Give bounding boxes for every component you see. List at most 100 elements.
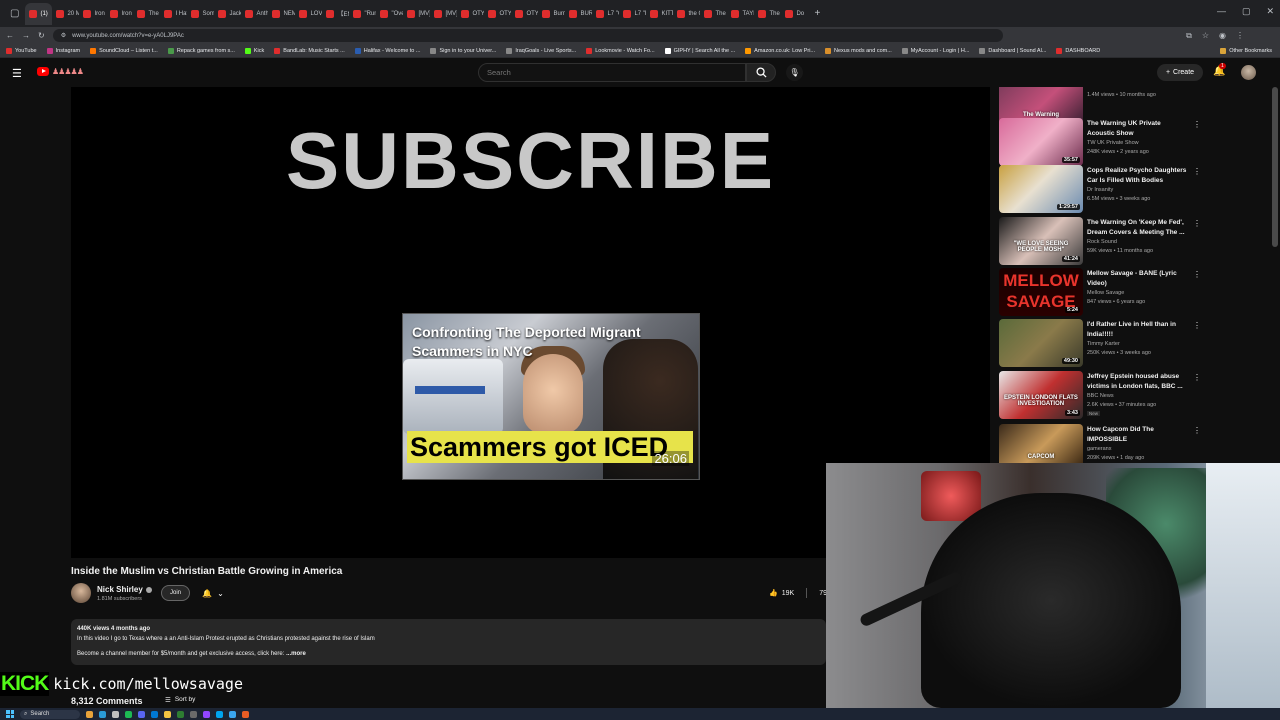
bookmark-item[interactable]: SoundCloud – Listen t...	[90, 47, 158, 54]
browser-tab[interactable]: Some	[187, 3, 214, 25]
bookmark-item[interactable]: Halifax - Welcome to ...	[354, 47, 420, 54]
other-bookmarks[interactable]: Other Bookmarks	[1220, 47, 1280, 54]
more-actions-icon[interactable]: ⋮	[1193, 373, 1201, 382]
recommended-title[interactable]: How Capcom Did The IMPOSSIBLE	[1087, 425, 1187, 445]
recommended-title[interactable]: The Warning UK Private Acoustic Show	[1087, 119, 1187, 139]
browser-tab[interactable]: Iron I	[79, 3, 106, 25]
recommended-video[interactable]: 35:57 The Warning UK Private Acoustic Sho…	[999, 118, 1270, 166]
browser-tab[interactable]: Jack I	[214, 3, 241, 25]
browser-tab[interactable]: [MV]	[403, 3, 430, 25]
account-avatar[interactable]	[1241, 65, 1256, 80]
browser-tab[interactable]: OTYK	[484, 3, 511, 25]
windows-start-icon[interactable]	[6, 710, 14, 718]
browser-tab[interactable]: [MV]	[430, 3, 457, 25]
browser-tab[interactable]: LOVE	[295, 3, 322, 25]
close-window-icon[interactable]: ✕	[1266, 6, 1274, 17]
taskbar-app-icon[interactable]	[203, 710, 210, 718]
video-thumbnail[interactable]: 1:29:57	[999, 165, 1083, 213]
bookmark-item[interactable]: BandLab: Music Starts ...	[274, 47, 345, 54]
recommended-channel[interactable]: Timmy Karter	[1087, 341, 1120, 347]
bookmark-item[interactable]: DASHBOARD	[1056, 47, 1100, 54]
browser-tab[interactable]: "Over	[376, 3, 403, 25]
profile-icon[interactable]: ◉	[1219, 31, 1226, 41]
browser-tab[interactable]: BURN	[565, 3, 592, 25]
browser-tab[interactable]: I Hate	[160, 3, 187, 25]
browser-tab[interactable]: The V	[754, 3, 781, 25]
page-scrollbar[interactable]	[1272, 87, 1278, 247]
bookmark-item[interactable]: Sign in to your Univer...	[430, 47, 496, 54]
more-actions-icon[interactable]: ⋮	[1193, 120, 1201, 129]
more-actions-icon[interactable]: ⋮	[1193, 219, 1201, 228]
bookmark-item[interactable]: Repack games from s...	[167, 47, 235, 54]
video-thumbnail[interactable]: 35:57	[999, 118, 1083, 166]
search-button[interactable]	[746, 63, 776, 82]
taskbar-app-icon[interactable]	[229, 710, 236, 718]
bookmark-item[interactable]: MyAccount - Login | H...	[901, 47, 969, 54]
more-actions-icon[interactable]: ⋮	[1193, 270, 1201, 279]
taskbar-app-icon[interactable]	[216, 710, 223, 718]
bookmark-item[interactable]: Instagram	[46, 47, 80, 54]
create-button[interactable]: + Create	[1157, 64, 1203, 81]
browser-tab[interactable]: L7 "F	[619, 3, 646, 25]
browser-tab[interactable]: The V	[700, 3, 727, 25]
browser-tab[interactable]: the Gi	[673, 3, 700, 25]
taskbar-app-icon[interactable]	[164, 710, 171, 718]
bookmark-item[interactable]: YouTube	[6, 47, 37, 54]
site-info-icon[interactable]: ⚙	[61, 32, 66, 39]
recommended-title[interactable]: Mellow Savage - BANE (Lyric Video)	[1087, 269, 1187, 289]
recommended-video[interactable]: "WE LOVE SEEING PEOPLE MOSH" 41:24 The War…	[999, 217, 1270, 265]
hamburger-menu-icon[interactable]: ☰	[12, 67, 22, 80]
endscreen-video-card[interactable]: Confronting The Deported Migrant Scammer…	[402, 313, 700, 480]
browser-tab[interactable]: NEMO	[268, 3, 295, 25]
extensions-icon[interactable]: ⧉	[1186, 31, 1192, 41]
omnibox[interactable]: ⚙ www.youtube.com/watch?v=e-yA0LJ9PAc	[52, 29, 1003, 42]
taskbar-app-icon[interactable]	[99, 710, 106, 718]
recommended-channel[interactable]: Dr Insanity	[1087, 187, 1113, 193]
recommended-video[interactable]: MELLOW SAVAGE 5:24 Mellow Savage - BANE (L…	[999, 268, 1270, 316]
browser-tab[interactable]: Burni	[538, 3, 565, 25]
taskbar-app-icon[interactable]	[190, 710, 197, 718]
description-box[interactable]: 440K views 4 months ago In this video I …	[71, 619, 826, 665]
browser-tab[interactable]: 20 M	[52, 3, 79, 25]
channel-avatar[interactable]	[71, 583, 91, 603]
video-thumbnail[interactable]: MELLOW SAVAGE 5:24	[999, 268, 1083, 316]
browser-tab[interactable]: OTYK	[457, 3, 484, 25]
recommended-channel[interactable]: Rock Sound	[1087, 239, 1117, 245]
recommended-video[interactable]: 1:29:57 Cops Realize Psycho Daughters Car…	[999, 165, 1270, 213]
recommended-channel[interactable]: Mellow Savage	[1087, 290, 1124, 296]
back-icon[interactable]: ←	[6, 31, 14, 40]
taskbar-search[interactable]: ⌕ Search	[20, 709, 80, 719]
browser-tab[interactable]: KITTII	[646, 3, 673, 25]
browser-tab[interactable]: (1)×	[25, 2, 53, 25]
browser-tab[interactable]: Iron I	[106, 3, 133, 25]
browser-tab[interactable]: "Run	[349, 3, 376, 25]
tab-list-icon[interactable]: ▢	[4, 8, 25, 19]
bookmark-item[interactable]: Nexus mods and com...	[825, 47, 892, 54]
sort-by-button[interactable]: ☰ Sort by	[165, 696, 195, 704]
recommended-title[interactable]: Cops Realize Psycho Daughters Car Is Fil…	[1087, 166, 1187, 186]
youtube-logo[interactable]: ♟♟♟♟♟	[37, 67, 84, 76]
browser-tab[interactable]: TAYLO	[727, 3, 754, 25]
recommended-channel[interactable]: gameranx	[1087, 446, 1111, 452]
new-tab-icon[interactable]: +	[808, 8, 826, 19]
video-thumbnail[interactable]: "WE LOVE SEEING PEOPLE MOSH" 41:24	[999, 217, 1083, 265]
recommended-title[interactable]: The Warning On 'Keep Me Fed', Dream Cove…	[1087, 218, 1187, 238]
bookmark-item[interactable]: Kick	[244, 47, 264, 54]
taskbar-app-icon[interactable]	[86, 710, 93, 718]
bookmark-star-icon[interactable]: ☆	[1202, 31, 1209, 41]
recommended-video[interactable]: CAPCOM How Capcom Did The IMPOSSIBLE gamer…	[999, 424, 1270, 464]
taskbar-app-icon[interactable]	[242, 710, 249, 718]
recommended-title[interactable]: Jeffrey Epstein housed abuse victims in …	[1087, 372, 1187, 392]
taskbar-app-icon[interactable]	[177, 710, 184, 718]
bookmark-item[interactable]: Amazon.co.uk: Low Pri...	[745, 47, 815, 54]
more-actions-icon[interactable]: ⋮	[1193, 167, 1201, 176]
subscription-bell-button[interactable]: 🔔 ⌄	[196, 585, 230, 601]
more-actions-icon[interactable]: ⋮	[1193, 426, 1201, 435]
recommended-video[interactable]: EPSTEIN LONDON FLATS INVESTIGATION 3:43 Je…	[999, 371, 1270, 419]
taskbar-app-icon[interactable]	[112, 710, 119, 718]
more-actions-icon[interactable]: ⋮	[1193, 321, 1201, 330]
browser-tab[interactable]: OTYK	[511, 3, 538, 25]
browser-tab[interactable]: Do	[781, 3, 808, 25]
recommended-title[interactable]: I'd Rather Live in Hell than in India!!!…	[1087, 320, 1187, 340]
video-thumbnail[interactable]: EPSTEIN LONDON FLATS INVESTIGATION 3:43	[999, 371, 1083, 419]
